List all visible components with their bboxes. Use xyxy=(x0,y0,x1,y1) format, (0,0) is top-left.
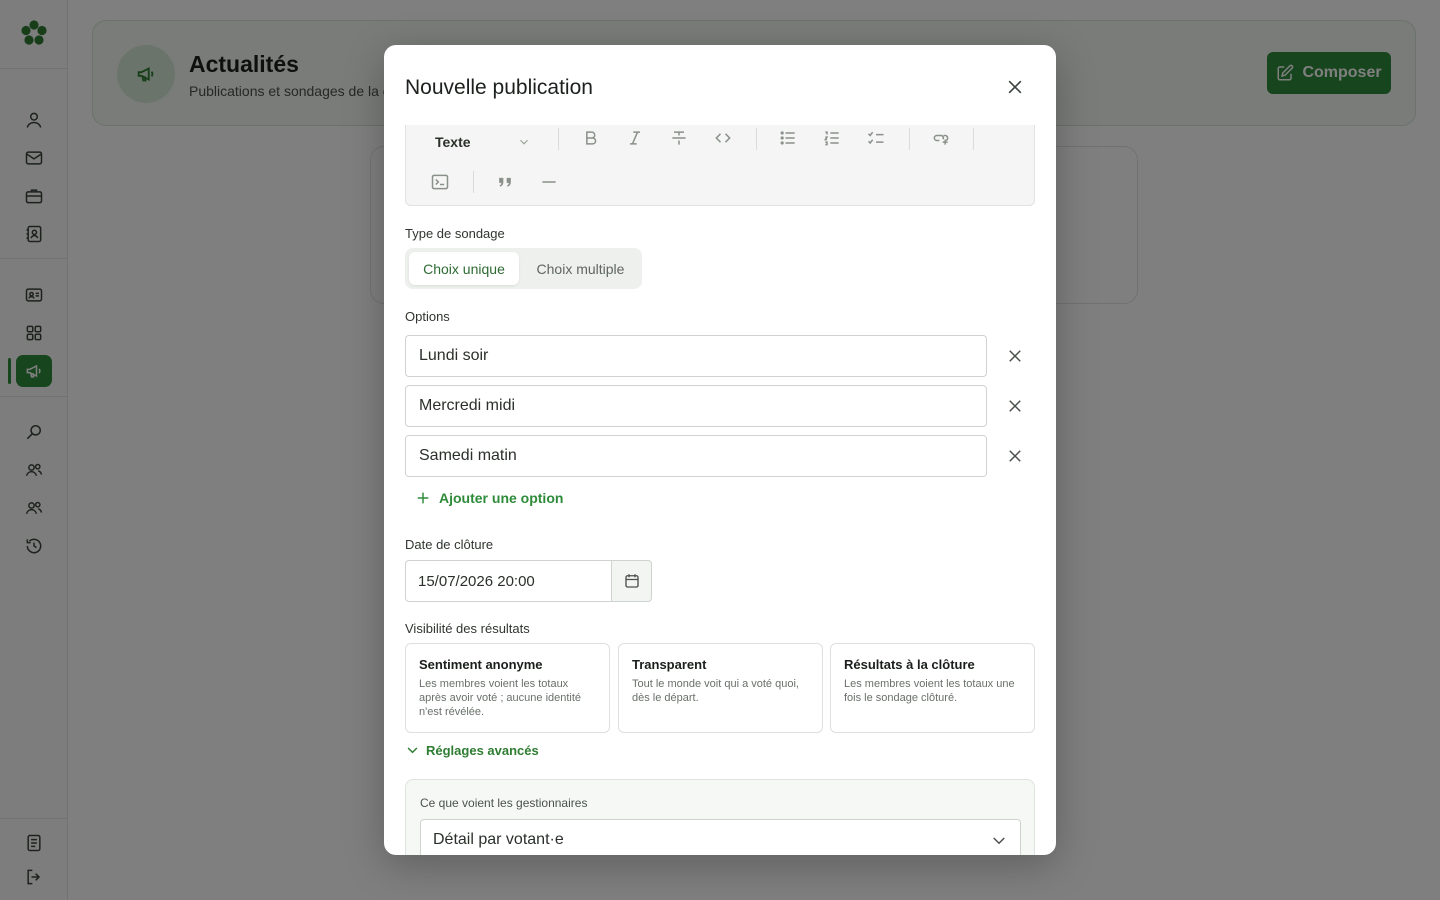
toolbar-separator xyxy=(973,128,974,150)
option-input[interactable]: Mercredi midi xyxy=(405,385,987,427)
code-button[interactable] xyxy=(709,125,737,152)
bold-icon xyxy=(586,131,597,145)
link-button[interactable] xyxy=(927,125,955,152)
calendar-icon xyxy=(624,574,639,588)
visibility-option-description: Les membres voient les totaux après avoi… xyxy=(419,678,582,718)
add-option-label: Ajouter une option xyxy=(439,490,564,506)
new-publication-dialog: Nouvelle publication Texte Type de sonda… xyxy=(384,45,1056,855)
visibility-option-title: Transparent xyxy=(632,657,707,672)
code-icon xyxy=(715,133,731,143)
code-block-icon xyxy=(431,174,449,190)
close-button[interactable] xyxy=(1002,74,1028,100)
horizontal-rule-button[interactable] xyxy=(535,168,563,196)
managers-visibility-value: Détail par votant·e xyxy=(433,831,564,848)
code-block-button[interactable] xyxy=(426,168,454,196)
remove-option-button[interactable] xyxy=(1002,343,1028,369)
advanced-settings-label: Réglages avancés xyxy=(426,743,539,758)
ordered-list-icon xyxy=(823,131,839,146)
close-icon xyxy=(1008,80,1022,94)
text-format-value: Texte xyxy=(435,134,471,150)
strikethrough-button[interactable] xyxy=(665,125,693,152)
link-icon xyxy=(933,134,949,145)
remove-option-button[interactable] xyxy=(1002,443,1028,469)
toolbar-separator xyxy=(558,128,559,150)
option-input[interactable]: Samedi matin xyxy=(405,435,987,477)
visibility-option-description: Les membres voient les totaux une fois l… xyxy=(844,678,1015,704)
chevron-down-icon xyxy=(407,747,418,754)
advanced-settings-toggle[interactable]: Réglages avancés xyxy=(405,743,539,758)
ordered-list-button[interactable] xyxy=(818,125,846,152)
toolbar-separator xyxy=(473,171,474,193)
italic-icon xyxy=(630,131,640,145)
options-label: Options xyxy=(405,309,450,324)
bullet-list-button[interactable] xyxy=(774,125,802,152)
visibility-label: Visibilité des résultats xyxy=(405,621,530,636)
closing-date-input[interactable]: 15/07/2026 20:00 xyxy=(405,560,612,602)
dialog-body[interactable]: Texte Type de sondage Choix unique Choix… xyxy=(384,125,1056,855)
bold-button[interactable] xyxy=(577,125,605,152)
text-format-select[interactable]: Texte xyxy=(435,128,535,156)
add-option-button[interactable]: Ajouter une option xyxy=(415,490,563,506)
managers-visibility-label: Ce que voient les gestionnaires xyxy=(420,796,588,810)
calendar-button[interactable] xyxy=(611,560,652,602)
advanced-settings-panel: Ce que voient les gestionnaires Détail p… xyxy=(405,779,1035,855)
chevron-down-icon xyxy=(520,139,528,145)
toolbar-separator xyxy=(909,128,910,150)
horizontal-rule-icon xyxy=(542,181,556,183)
checklist-button[interactable] xyxy=(862,125,890,152)
plus-icon xyxy=(417,492,429,504)
close-icon xyxy=(1009,450,1021,462)
poll-type-label: Type de sondage xyxy=(405,226,505,241)
quote-icon xyxy=(499,177,511,187)
visibility-option-title: Sentiment anonyme xyxy=(419,657,543,672)
bullet-list-icon xyxy=(780,131,795,145)
visibility-option-at-close[interactable]: Résultats à la clôture Les membres voien… xyxy=(830,643,1035,733)
poll-type-toggle: Choix unique Choix multiple xyxy=(405,248,642,289)
close-icon xyxy=(1009,350,1021,362)
strikethrough-icon xyxy=(672,131,686,145)
closing-date-label: Date de clôture xyxy=(405,537,494,552)
chevron-down-icon xyxy=(993,837,1005,845)
managers-visibility-select[interactable]: Détail par votant·e xyxy=(420,819,1021,855)
option-input[interactable]: Lundi soir xyxy=(405,335,987,377)
visibility-option-title: Résultats à la clôture xyxy=(844,657,975,672)
visibility-option-description: Tout le monde voit qui a voté quoi, dès … xyxy=(632,678,799,704)
visibility-option-transparent[interactable]: Transparent Tout le monde voit qui a vot… xyxy=(618,643,823,733)
italic-button[interactable] xyxy=(621,125,649,152)
visibility-option-anonymous[interactable]: Sentiment anonyme Les membres voient les… xyxy=(405,643,610,733)
toolbar-separator xyxy=(756,128,757,150)
poll-type-single[interactable]: Choix unique xyxy=(409,252,519,285)
poll-type-multiple[interactable]: Choix multiple xyxy=(523,252,638,285)
dialog-title: Nouvelle publication xyxy=(405,76,593,99)
close-icon xyxy=(1009,400,1021,412)
checklist-icon xyxy=(867,131,884,145)
remove-option-button[interactable] xyxy=(1002,393,1028,419)
editor-toolbar: Texte xyxy=(405,125,1035,206)
quote-button[interactable] xyxy=(491,168,519,196)
